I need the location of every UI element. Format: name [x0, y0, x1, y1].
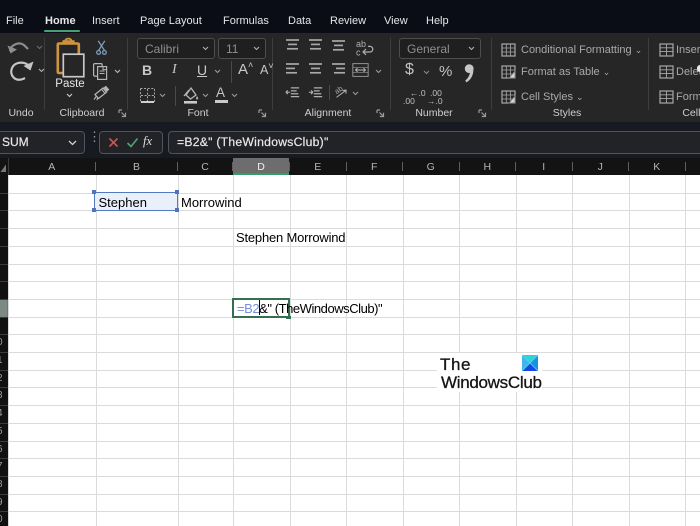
- svg-text:c: c: [356, 48, 361, 57]
- svg-text:→.0: →.0: [427, 96, 443, 105]
- svg-text:.00: .00: [403, 96, 415, 105]
